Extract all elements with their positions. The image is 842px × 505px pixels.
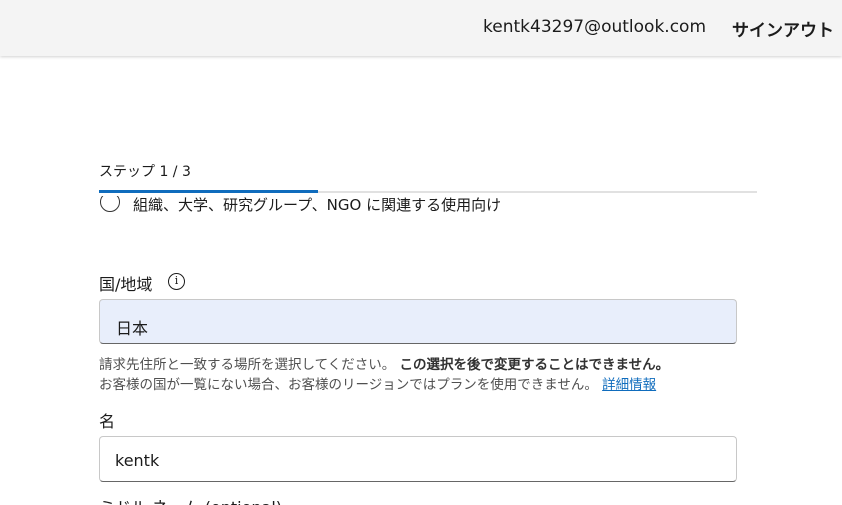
account-email: kentk43297@outlook.com — [483, 17, 706, 37]
country-help-text: 請求先住所と一致する場所を選択してください。 この選択を後で変更することはできま… — [99, 353, 669, 373]
country-selected-value: 日本 — [116, 319, 149, 338]
country-select[interactable]: 日本 — [99, 299, 737, 344]
country-help-warning: この選択を後で変更することはできません。 — [399, 357, 670, 373]
radio-option-label: 組織、大学、研究グループ、NGO に関連する使用向け — [133, 196, 502, 214]
country-help-line2: お客様の国が一覧にない場合、お客様のリージョンではプランを使用できません。 — [99, 377, 598, 393]
info-icon[interactable]: i — [168, 273, 185, 290]
country-label: 国/地域 — [99, 275, 153, 294]
step-indicator: ステップ 1 / 3 — [99, 164, 191, 180]
first-name-label: 名 — [99, 412, 116, 431]
step-progress-fill — [99, 190, 318, 193]
sign-out-link[interactable]: サインアウト — [732, 16, 834, 41]
radio-button[interactable] — [100, 196, 120, 212]
learn-more-link[interactable]: 詳細情報 — [602, 377, 656, 393]
top-bar: kentk43297@outlook.com サインアウト — [0, 0, 842, 56]
country-help-line1: 請求先住所と一致する場所を選択してください。 — [99, 357, 396, 373]
middle-name-label: ミドル ネーム (optional) — [99, 494, 282, 505]
country-availability-note: お客様の国が一覧にない場合、お客様のリージョンではプランを使用できません。 詳細… — [99, 373, 656, 393]
form-scroll-area: 組織、大学、研究グループ、NGO に関連する使用向け 国/地域 i 日本 請求先… — [0, 196, 842, 505]
stepper: ステップ 1 / 3 — [99, 158, 757, 194]
usage-type-radio-option[interactable]: 組織、大学、研究グループ、NGO に関連する使用向け — [99, 196, 739, 214]
first-name-value: kentk — [115, 451, 160, 470]
first-name-input[interactable]: kentk — [99, 436, 737, 482]
